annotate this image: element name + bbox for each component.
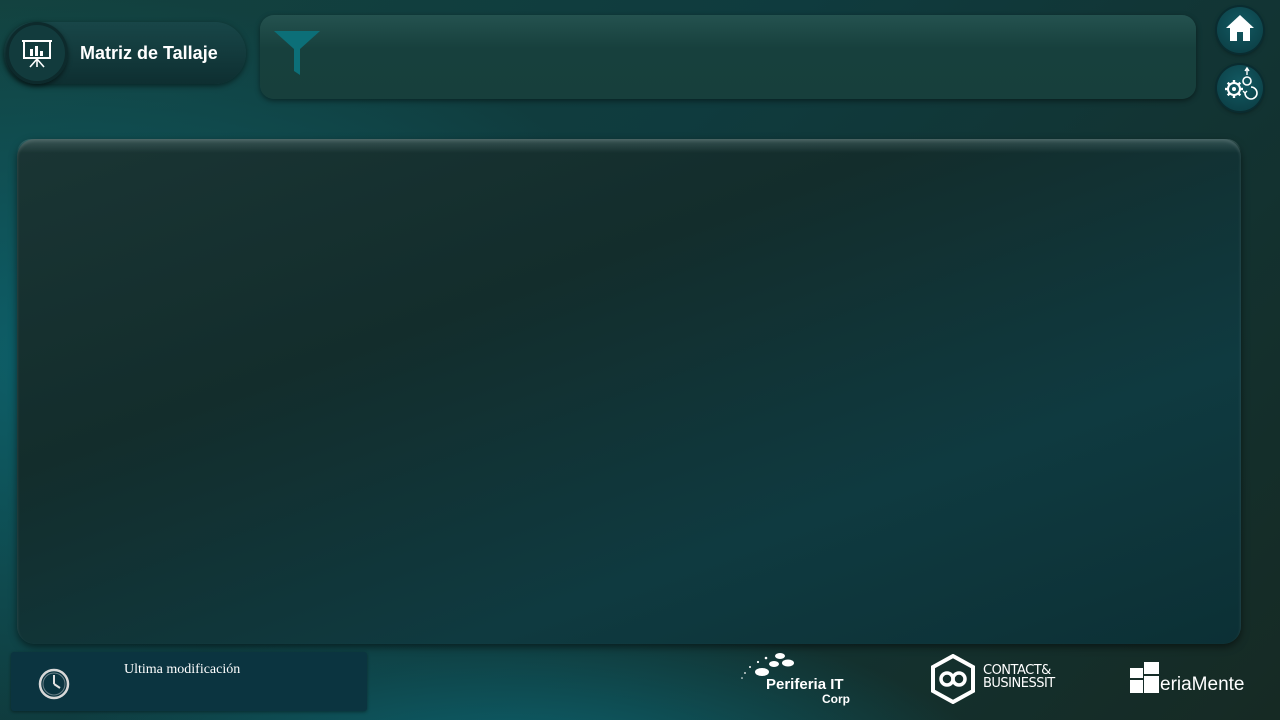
- presentation-chart-icon: [6, 22, 68, 84]
- periferia-logo: Periferia IT Corp: [740, 650, 855, 706]
- filter-funnel-icon[interactable]: [272, 27, 322, 82]
- filter-bar[interactable]: [260, 15, 1196, 99]
- home-button[interactable]: [1217, 7, 1263, 53]
- settings-button[interactable]: [1217, 65, 1263, 111]
- contact-businessit-logo: CONTACT& BUSINESSIT: [930, 654, 1060, 704]
- feriamente-logo: eriaMente: [1130, 660, 1260, 696]
- clock-icon: [38, 668, 70, 705]
- report-title-pill: Matriz de Tallaje: [4, 22, 246, 84]
- home-icon: [1224, 13, 1256, 48]
- last-modified-label: Ultima modificación: [124, 662, 241, 677]
- main-content-panel: [17, 139, 1241, 644]
- last-modified-box: Ultima modificación: [11, 652, 367, 711]
- page-title: Matriz de Tallaje: [80, 43, 218, 63]
- settings-gears-refresh-icon: [1221, 66, 1259, 110]
